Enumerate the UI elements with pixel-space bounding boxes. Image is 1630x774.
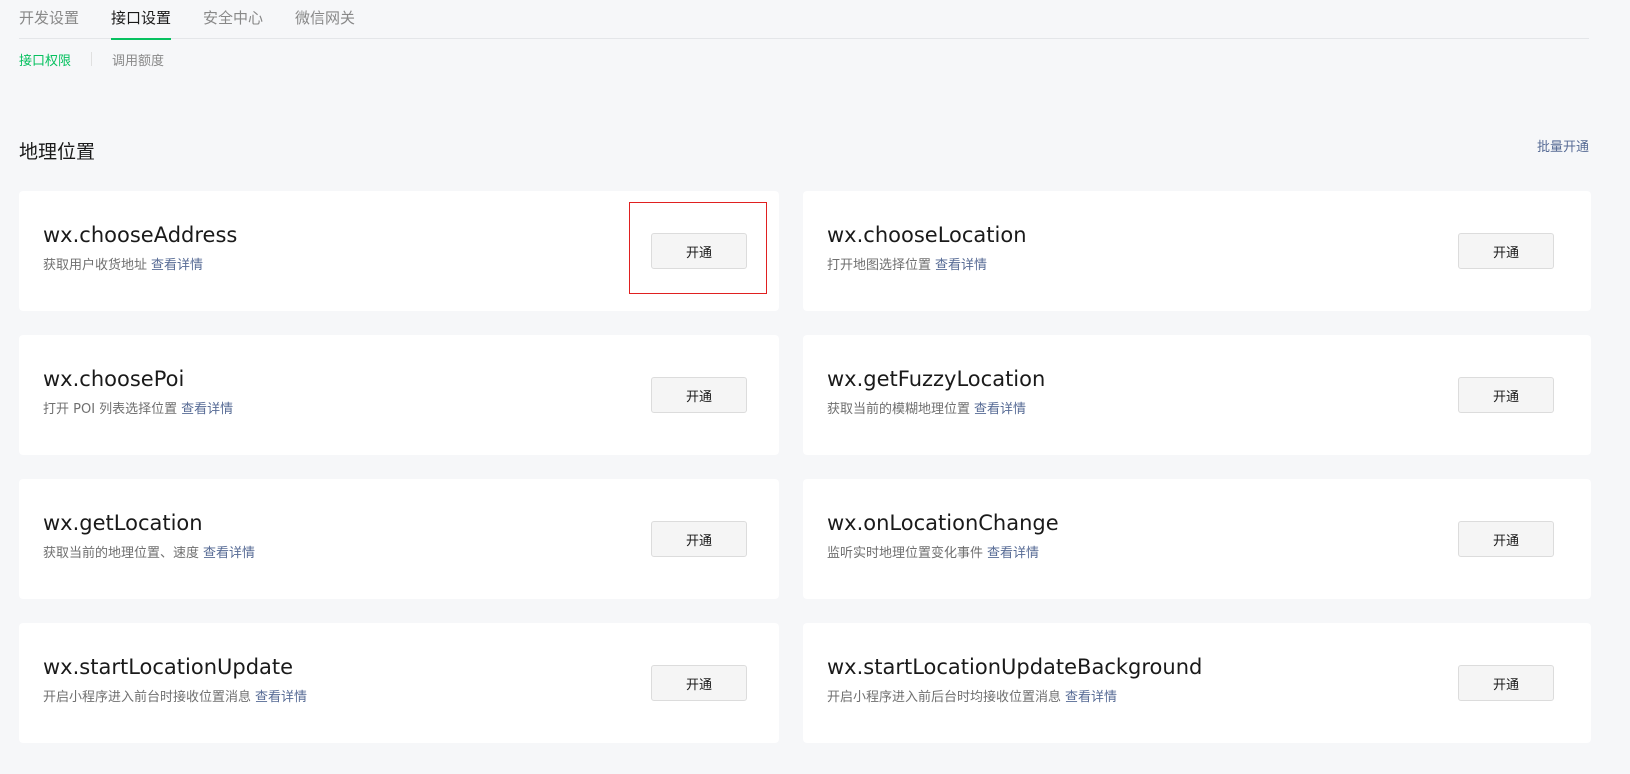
view-details-link[interactable]: 查看详情 [1065,690,1117,705]
api-name: wx.chooseLocation [827,223,1027,247]
enable-button[interactable]: 开通 [1458,521,1554,557]
api-name: wx.getLocation [43,511,203,535]
api-name: wx.chooseAddress [43,223,238,247]
api-name: wx.onLocationChange [827,511,1059,535]
api-desc-text: 获取当前的地理位置、速度 [43,546,200,561]
subtab-divider [91,52,93,66]
api-card: wx.onLocationChange 监听实时地理位置变化事件 查看详情 开通 [803,479,1591,599]
api-description: 打开 POI 列表选择位置 查看详情 [43,401,755,419]
enable-button[interactable]: 开通 [651,233,747,269]
api-description: 监听实时地理位置变化事件 查看详情 [827,545,1567,563]
subtab-call-quota[interactable]: 调用额度 [112,50,164,69]
api-name: wx.choosePoi [43,367,185,391]
api-description: 打开地图选择位置 查看详情 [827,257,1567,275]
batch-enable-link[interactable]: 批量开通 [1537,136,1589,155]
api-description: 获取当前的地理位置、速度 查看详情 [43,545,755,563]
api-desc-text: 监听实时地理位置变化事件 [827,546,984,561]
api-desc-text: 获取当前的模糊地理位置 [827,402,971,417]
api-card: wx.startLocationUpdate 开启小程序进入前台时接收位置消息查… [19,623,779,743]
api-desc-text: 获取用户收货地址 [43,258,148,273]
page: 开发设置 接口设置 安全中心 微信网关 接口权限 调用额度 地理位置 批量开通 … [0,0,1630,774]
enable-button[interactable]: 开通 [1458,233,1554,269]
tab-api-settings[interactable]: 接口设置 [111,0,172,40]
tab-security-center[interactable]: 安全中心 [203,0,263,39]
view-details-link[interactable]: 查看详情 [255,690,307,705]
enable-button[interactable]: 开通 [651,377,747,413]
view-details-link[interactable]: 查看详情 [987,546,1039,561]
api-card: wx.startLocationUpdateBackground 开启小程序进入… [803,623,1591,743]
view-details-link[interactable]: 查看详情 [974,402,1026,417]
api-description: 获取当前的模糊地理位置 查看详情 [827,401,1567,419]
tab-dev-settings[interactable]: 开发设置 [19,0,79,39]
top-tabs: 开发设置 接口设置 安全中心 微信网关 [19,0,1589,40]
view-details-link[interactable]: 查看详情 [203,546,255,561]
api-description: 开启小程序进入前台时接收位置消息 查看详情 [43,689,755,707]
api-desc-text: 打开地图选择位置 [827,258,932,273]
api-card: wx.getFuzzyLocation 获取当前的模糊地理位置 查看详情 开通 [803,335,1591,455]
api-card: wx.choosePoi 打开 POI 列表选择位置 查看详情 开通 [19,335,779,455]
enable-button[interactable]: 开通 [1458,377,1554,413]
api-desc-text: 打开 POI 列表选择位置 [43,402,178,417]
api-name: wx.getFuzzyLocation [827,367,1046,391]
tab-wechat-gateway[interactable]: 微信网关 [295,0,355,39]
api-desc-text: 开启小程序进入前后台时均接收位置消息 [827,690,1062,705]
section-title: 地理位置 [19,141,96,163]
api-name: wx.startLocationUpdateBackground [827,655,1203,679]
api-description: 开启小程序进入前后台时均接收位置消息 查看详情 [827,689,1567,707]
view-details-link[interactable]: 查看详情 [151,258,203,273]
enable-button[interactable]: 开通 [651,521,747,557]
subtab-api-permissions[interactable]: 接口权限 [19,50,71,69]
view-details-link[interactable]: 查看详情 [935,258,987,273]
enable-button[interactable]: 开通 [651,665,747,701]
api-description: 获取用户收货地址 查看详情 [43,257,755,275]
api-desc-text: 开启小程序进入前台时接收位置消息 [43,690,252,705]
enable-button[interactable]: 开通 [1458,665,1554,701]
view-details-link[interactable]: 查看详情 [181,402,233,417]
api-card: wx.chooseAddress 获取用户收货地址 查看详情 开通 [19,191,779,311]
api-card: wx.getLocation 获取当前的地理位置、速度 查看详情 开通 [19,479,779,599]
api-card-grid: wx.chooseAddress 获取用户收货地址 查看详情 开通 wx.choo… [19,191,1591,743]
api-card: wx.chooseLocation 打开地图选择位置 查看详情 开通 [803,191,1591,311]
api-name: wx.startLocationUpdate [43,655,294,679]
sub-tabs: 接口权限 调用额度 [19,49,164,69]
